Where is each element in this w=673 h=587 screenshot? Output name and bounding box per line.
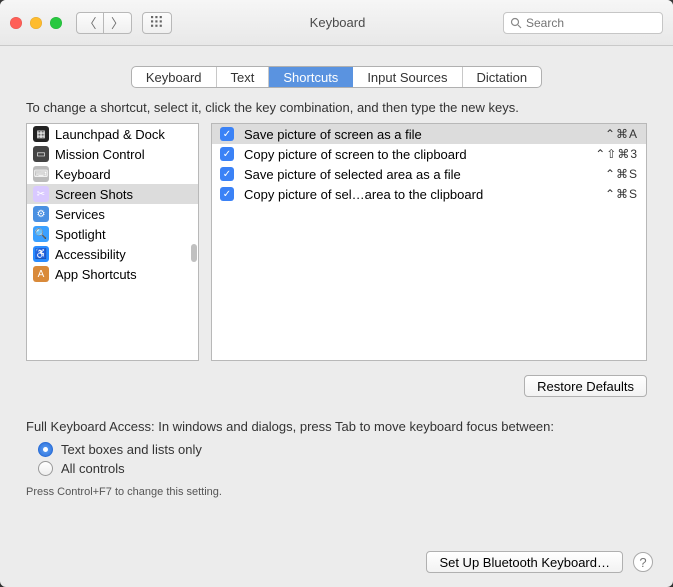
- category-item[interactable]: ♿ Accessibility: [27, 244, 198, 264]
- tab-keyboard[interactable]: Keyboard: [132, 67, 217, 87]
- category-icon: ⌨: [33, 166, 49, 182]
- forward-button[interactable]: 〉: [104, 12, 132, 34]
- shortcut-keys[interactable]: ⌃⌘S: [605, 187, 638, 201]
- show-all-button[interactable]: [142, 12, 172, 34]
- radio-label: All controls: [61, 461, 125, 476]
- access-radio-row[interactable]: All controls: [26, 459, 647, 478]
- shortcut-checkbox[interactable]: ✓: [220, 147, 234, 161]
- search-input[interactable]: [526, 16, 656, 30]
- window-controls: [10, 17, 62, 29]
- radio-button[interactable]: [38, 461, 53, 476]
- tab-text[interactable]: Text: [217, 67, 270, 87]
- category-item[interactable]: ✂ Screen Shots: [27, 184, 198, 204]
- category-label: Keyboard: [55, 167, 111, 182]
- shortcut-pane: ✓ Save picture of screen as a file ⌃⌘A ✓ Cop…: [211, 123, 647, 361]
- category-icon: A: [33, 266, 49, 282]
- back-button[interactable]: 〈: [76, 12, 104, 34]
- tab-bar: KeyboardTextShortcutsInput SourcesDictat…: [0, 46, 673, 100]
- minimize-icon[interactable]: [30, 17, 42, 29]
- shortcut-checkbox[interactable]: ✓: [220, 127, 234, 141]
- access-radio-row[interactable]: Text boxes and lists only: [26, 440, 647, 459]
- setup-bluetooth-button[interactable]: Set Up Bluetooth Keyboard…: [426, 551, 623, 573]
- shortcut-row[interactable]: ✓ Save picture of selected area as a file…: [212, 164, 646, 184]
- shortcut-keys[interactable]: ⌃⌘A: [605, 127, 638, 141]
- shortcut-label: Copy picture of screen to the clipboard: [244, 147, 585, 162]
- help-button[interactable]: ?: [633, 552, 653, 572]
- scrollbar-thumb[interactable]: [191, 244, 197, 262]
- shortcut-label: Save picture of screen as a file: [244, 127, 595, 142]
- search-icon: [510, 17, 522, 29]
- category-icon: ⚙: [33, 206, 49, 222]
- help-icon: ?: [639, 555, 646, 570]
- category-item[interactable]: ⌨ Keyboard: [27, 164, 198, 184]
- shortcut-checkbox[interactable]: ✓: [220, 167, 234, 181]
- category-label: Spotlight: [55, 227, 106, 242]
- category-label: Launchpad & Dock: [55, 127, 165, 142]
- zoom-icon[interactable]: [50, 17, 62, 29]
- radio-label: Text boxes and lists only: [61, 442, 202, 457]
- category-item[interactable]: ▦ Launchpad & Dock: [27, 124, 198, 144]
- nav-group: 〈 〉: [76, 12, 132, 34]
- access-hint: Press Control+F7 to change this setting.: [26, 486, 647, 498]
- shortcut-keys[interactable]: ⌃⇧⌘3: [595, 147, 638, 161]
- category-item[interactable]: 🔍 Spotlight: [27, 224, 198, 244]
- category-item[interactable]: ▭ Mission Control: [27, 144, 198, 164]
- category-label: Services: [55, 207, 105, 222]
- radio-button[interactable]: [38, 442, 53, 457]
- close-icon[interactable]: [10, 17, 22, 29]
- chevron-right-icon: 〉: [111, 13, 124, 32]
- category-item[interactable]: ⚙ Services: [27, 204, 198, 224]
- category-label: Accessibility: [55, 247, 126, 262]
- category-item[interactable]: A App Shortcuts: [27, 264, 198, 284]
- instruction-text: To change a shortcut, select it, click t…: [26, 100, 647, 115]
- shortcut-row[interactable]: ✓ Copy picture of sel…area to the clipboa…: [212, 184, 646, 204]
- preferences-window: 〈 〉 Keyboard KeyboardTextShortcutsInput …: [0, 0, 673, 587]
- category-label: App Shortcuts: [55, 267, 137, 282]
- category-label: Mission Control: [55, 147, 145, 162]
- category-pane: ▦ Launchpad & Dock ▭ Mission Control ⌨ Keyboa…: [26, 123, 199, 361]
- shortcut-label: Copy picture of sel…area to the clipboar…: [244, 187, 595, 202]
- full-keyboard-access: Full Keyboard Access: In windows and dia…: [26, 419, 647, 498]
- tab-shortcuts[interactable]: Shortcuts: [269, 67, 353, 87]
- shortcut-row[interactable]: ✓ Save picture of screen as a file ⌃⌘A: [212, 124, 646, 144]
- titlebar: 〈 〉 Keyboard: [0, 0, 673, 46]
- category-icon: ✂: [33, 186, 49, 202]
- category-icon: ▭: [33, 146, 49, 162]
- search-field[interactable]: [503, 12, 663, 34]
- shortcut-label: Save picture of selected area as a file: [244, 167, 595, 182]
- shortcut-keys[interactable]: ⌃⌘S: [605, 167, 638, 181]
- shortcut-checkbox[interactable]: ✓: [220, 187, 234, 201]
- chevron-left-icon: 〈: [83, 13, 96, 32]
- category-icon: ▦: [33, 126, 49, 142]
- tab-dictation[interactable]: Dictation: [463, 67, 542, 87]
- restore-defaults-button[interactable]: Restore Defaults: [524, 375, 647, 397]
- tab-input-sources[interactable]: Input Sources: [353, 67, 462, 87]
- category-label: Screen Shots: [55, 187, 133, 202]
- grid-icon: [151, 16, 164, 29]
- shortcut-row[interactable]: ✓ Copy picture of screen to the clipboard…: [212, 144, 646, 164]
- category-icon: 🔍: [33, 226, 49, 242]
- category-icon: ♿: [33, 246, 49, 262]
- access-heading: Full Keyboard Access: In windows and dia…: [26, 419, 647, 434]
- window-title: Keyboard: [172, 15, 503, 30]
